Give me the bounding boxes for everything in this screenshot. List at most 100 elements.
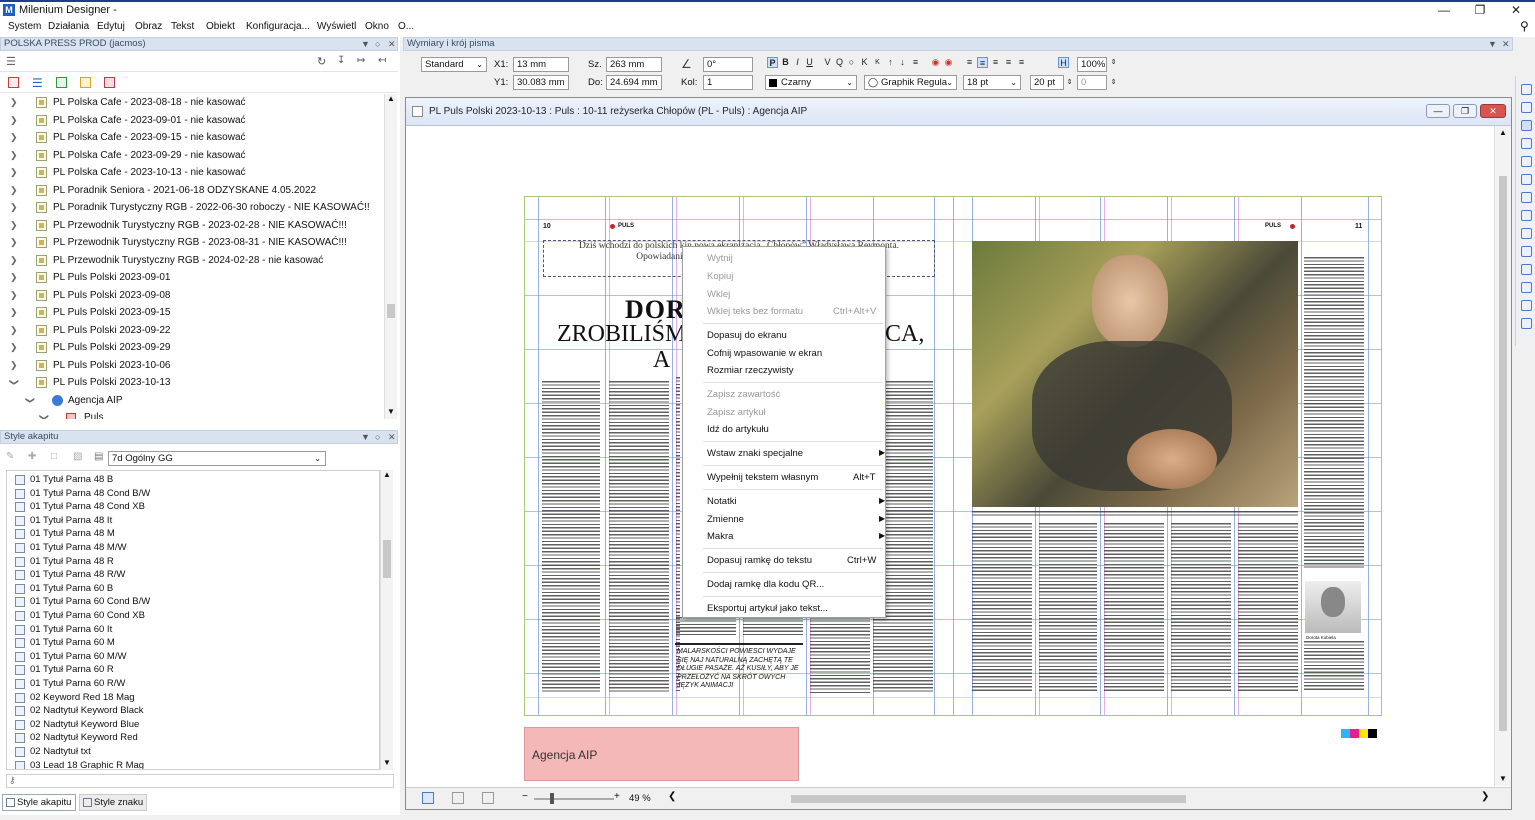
panel-menu-icon[interactable]: ▼: [1488, 38, 1497, 50]
menu-item-fit-frame[interactable]: Dopasuj ramkę do tekstu Ctrl+W: [707, 555, 883, 566]
author-bio[interactable]: [1304, 641, 1364, 691]
menu-item-undo-fit[interactable]: Cofnij wpasowanie w ekran: [707, 348, 822, 359]
scroll-left-icon[interactable]: ❮: [668, 791, 676, 802]
underline-button[interactable]: U: [804, 57, 815, 68]
view-mode-2-icon[interactable]: [452, 792, 464, 804]
layers-icon[interactable]: ☰: [32, 76, 43, 90]
link-icon[interactable]: [1521, 300, 1532, 311]
scroll-right-icon[interactable]: ❯: [1481, 791, 1489, 802]
text-column[interactable]: [609, 381, 669, 693]
align-justify-all-icon[interactable]: ≡: [1016, 57, 1027, 68]
chevron-right-icon[interactable]: ❯: [10, 129, 18, 146]
menu-obiekt[interactable]: Obiekt: [206, 21, 235, 32]
angle-field[interactable]: 0°: [703, 57, 753, 72]
columns-field[interactable]: 1: [703, 75, 753, 90]
chevron-right-icon[interactable]: ❯: [10, 234, 18, 251]
tree-scrollbar[interactable]: ▲ ▼: [384, 94, 397, 419]
search-icon[interactable]: ⚲: [1520, 19, 1529, 33]
menu-obraz[interactable]: Obraz: [135, 21, 162, 32]
scroll-thumb[interactable]: [387, 304, 395, 318]
database-icon[interactable]: [104, 77, 115, 88]
menu-o[interactable]: O...: [398, 21, 414, 32]
zoom-tool-icon[interactable]: [1521, 84, 1532, 95]
panel-pin-icon[interactable]: ○: [375, 431, 380, 443]
chevron-right-icon[interactable]: ❯: [10, 199, 18, 216]
panel-close-icon[interactable]: ✕: [388, 38, 396, 50]
color-fill-icon[interactable]: ◉: [930, 57, 941, 68]
chevron-down-icon[interactable]: ❯: [36, 414, 53, 420]
tree-add-icon[interactable]: ↦: [357, 55, 365, 66]
layout-canvas[interactable]: 10 PULS PULS 11 Dziś wchodzi do polskich…: [406, 126, 1494, 786]
tree-option-icon[interactable]: ↧: [337, 55, 345, 66]
menu-item-special-chars[interactable]: Wstaw znaki specjalne ▶: [707, 448, 885, 459]
menu-item-actual-size[interactable]: Rozmiar rzeczywisty: [707, 365, 794, 376]
tab-style-akapitu[interactable]: Style akapitu: [2, 794, 76, 811]
tree-item[interactable]: ❯ PL Polska Cafe - 2023-09-01 - nie kasow…: [0, 112, 380, 129]
tree-item[interactable]: ❯ PL Przewodnik Turystyczny RGB - 2024-02…: [0, 252, 380, 269]
text-column[interactable]: [810, 617, 870, 693]
style-scrollbar[interactable]: ▲ ▼: [380, 470, 393, 770]
menu-item-fit-screen[interactable]: Dopasuj do ekranu: [707, 330, 787, 341]
list-icon[interactable]: ☰: [6, 55, 16, 68]
scroll-down-icon[interactable]: ▼: [387, 407, 395, 416]
tree-item[interactable]: ❯ PL Przewodnik Turystyczny RGB - 2023-08…: [0, 234, 380, 251]
leading-field[interactable]: 20 pt: [1030, 75, 1064, 90]
pen-tool-icon[interactable]: [1521, 102, 1532, 113]
canvas-scrollbar-vertical[interactable]: ▲ ▼: [1494, 126, 1511, 786]
grid-icon[interactable]: [80, 77, 91, 88]
pull-quote-frame[interactable]: MALARSKOŚCI POWIESCI WYDAJE SIĘ NAJ NATU…: [675, 643, 803, 693]
agency-note-box[interactable]: Agencja AIP: [524, 727, 799, 781]
menu-item-notes[interactable]: Notatki ▶: [707, 496, 885, 507]
author-photo[interactable]: [1305, 581, 1361, 633]
zoom-slider-thumb[interactable]: [550, 793, 554, 804]
chevron-right-icon[interactable]: ❯: [10, 182, 18, 199]
chevron-right-icon[interactable]: ❯: [10, 322, 18, 339]
rotate-tool-icon[interactable]: [1521, 156, 1532, 167]
scroll-up-icon[interactable]: ▲: [383, 470, 391, 479]
hyphenation-button[interactable]: H: [1058, 57, 1069, 68]
text-column[interactable]: [743, 617, 803, 635]
scroll-down-icon[interactable]: ▼: [1499, 774, 1507, 783]
menu-item-go-to-article[interactable]: Idź do artykułu: [707, 424, 769, 435]
tree-item[interactable]: ❯ PL Puls Polski 2023-09-01: [0, 269, 380, 286]
hand-tool-icon[interactable]: [1521, 318, 1532, 329]
menu-konfiguracja[interactable]: Konfiguracja...: [246, 21, 310, 32]
zoom-in-icon[interactable]: +: [614, 791, 620, 802]
chevron-right-icon[interactable]: ❯: [10, 94, 18, 111]
photo-image[interactable]: [972, 241, 1298, 507]
doc-minimize-button[interactable]: —: [1426, 104, 1450, 118]
horizontal-scroll-thumb[interactable]: [791, 795, 1186, 803]
text-column[interactable]: [1304, 257, 1364, 569]
scale-field[interactable]: 100%: [1077, 57, 1107, 72]
panel-close-icon[interactable]: ✕: [388, 431, 396, 443]
bold-button[interactable]: B: [780, 57, 791, 68]
minimize-button[interactable]: —: [1428, 2, 1460, 18]
outline-icon[interactable]: ○: [846, 57, 857, 68]
text-column[interactable]: [676, 617, 736, 635]
sheet-icon[interactable]: [56, 77, 67, 88]
chevron-right-icon[interactable]: ❯: [10, 287, 18, 304]
chevron-right-icon[interactable]: ❯: [10, 269, 18, 286]
tree-item-grandchild[interactable]: ❯ Puls: [0, 409, 380, 419]
menu-item-fill-text[interactable]: Wypełnij tekstem własnym Alt+T: [707, 472, 883, 483]
panel-menu-icon[interactable]: ▼: [361, 38, 370, 50]
align-center-icon[interactable]: ≡: [977, 57, 988, 68]
tree-item-child[interactable]: ❯ Agencja AIP: [0, 392, 380, 409]
tracking-field[interactable]: 0: [1077, 75, 1107, 90]
height-field[interactable]: 24.694 mm: [606, 75, 662, 90]
menu-item-add-qr[interactable]: Dodaj ramkę dla kodu QR...: [707, 579, 824, 590]
tree-item[interactable]: ❯ PL Polska Cafe - 2023-08-18 - nie kasow…: [0, 94, 380, 111]
panel-pin-icon[interactable]: ○: [375, 38, 380, 50]
scroll-thumb[interactable]: [1499, 176, 1507, 731]
menu-item-macros[interactable]: Makra ▶: [707, 531, 885, 542]
close-button[interactable]: ✕: [1500, 2, 1532, 18]
format-v-button[interactable]: V: [822, 57, 833, 68]
chevron-right-icon[interactable]: ❯: [10, 112, 18, 129]
tree-item[interactable]: ❯ PL Poradnik Turystyczny RGB - 2022-06-3…: [0, 199, 380, 216]
tree-item[interactable]: ❯ PL Polska Cafe - 2023-10-13 - nie kasow…: [0, 164, 380, 181]
menu-item-paste[interactable]: Wklej: [707, 289, 730, 300]
page-spread[interactable]: 10 PULS PULS 11 Dziś wchodzi do polskich…: [524, 196, 1382, 716]
panel-close-icon[interactable]: ✕: [1502, 38, 1510, 50]
menu-item-save-content[interactable]: Zapisz zawartość: [707, 389, 780, 400]
strike-icon[interactable]: ≡: [910, 57, 921, 68]
